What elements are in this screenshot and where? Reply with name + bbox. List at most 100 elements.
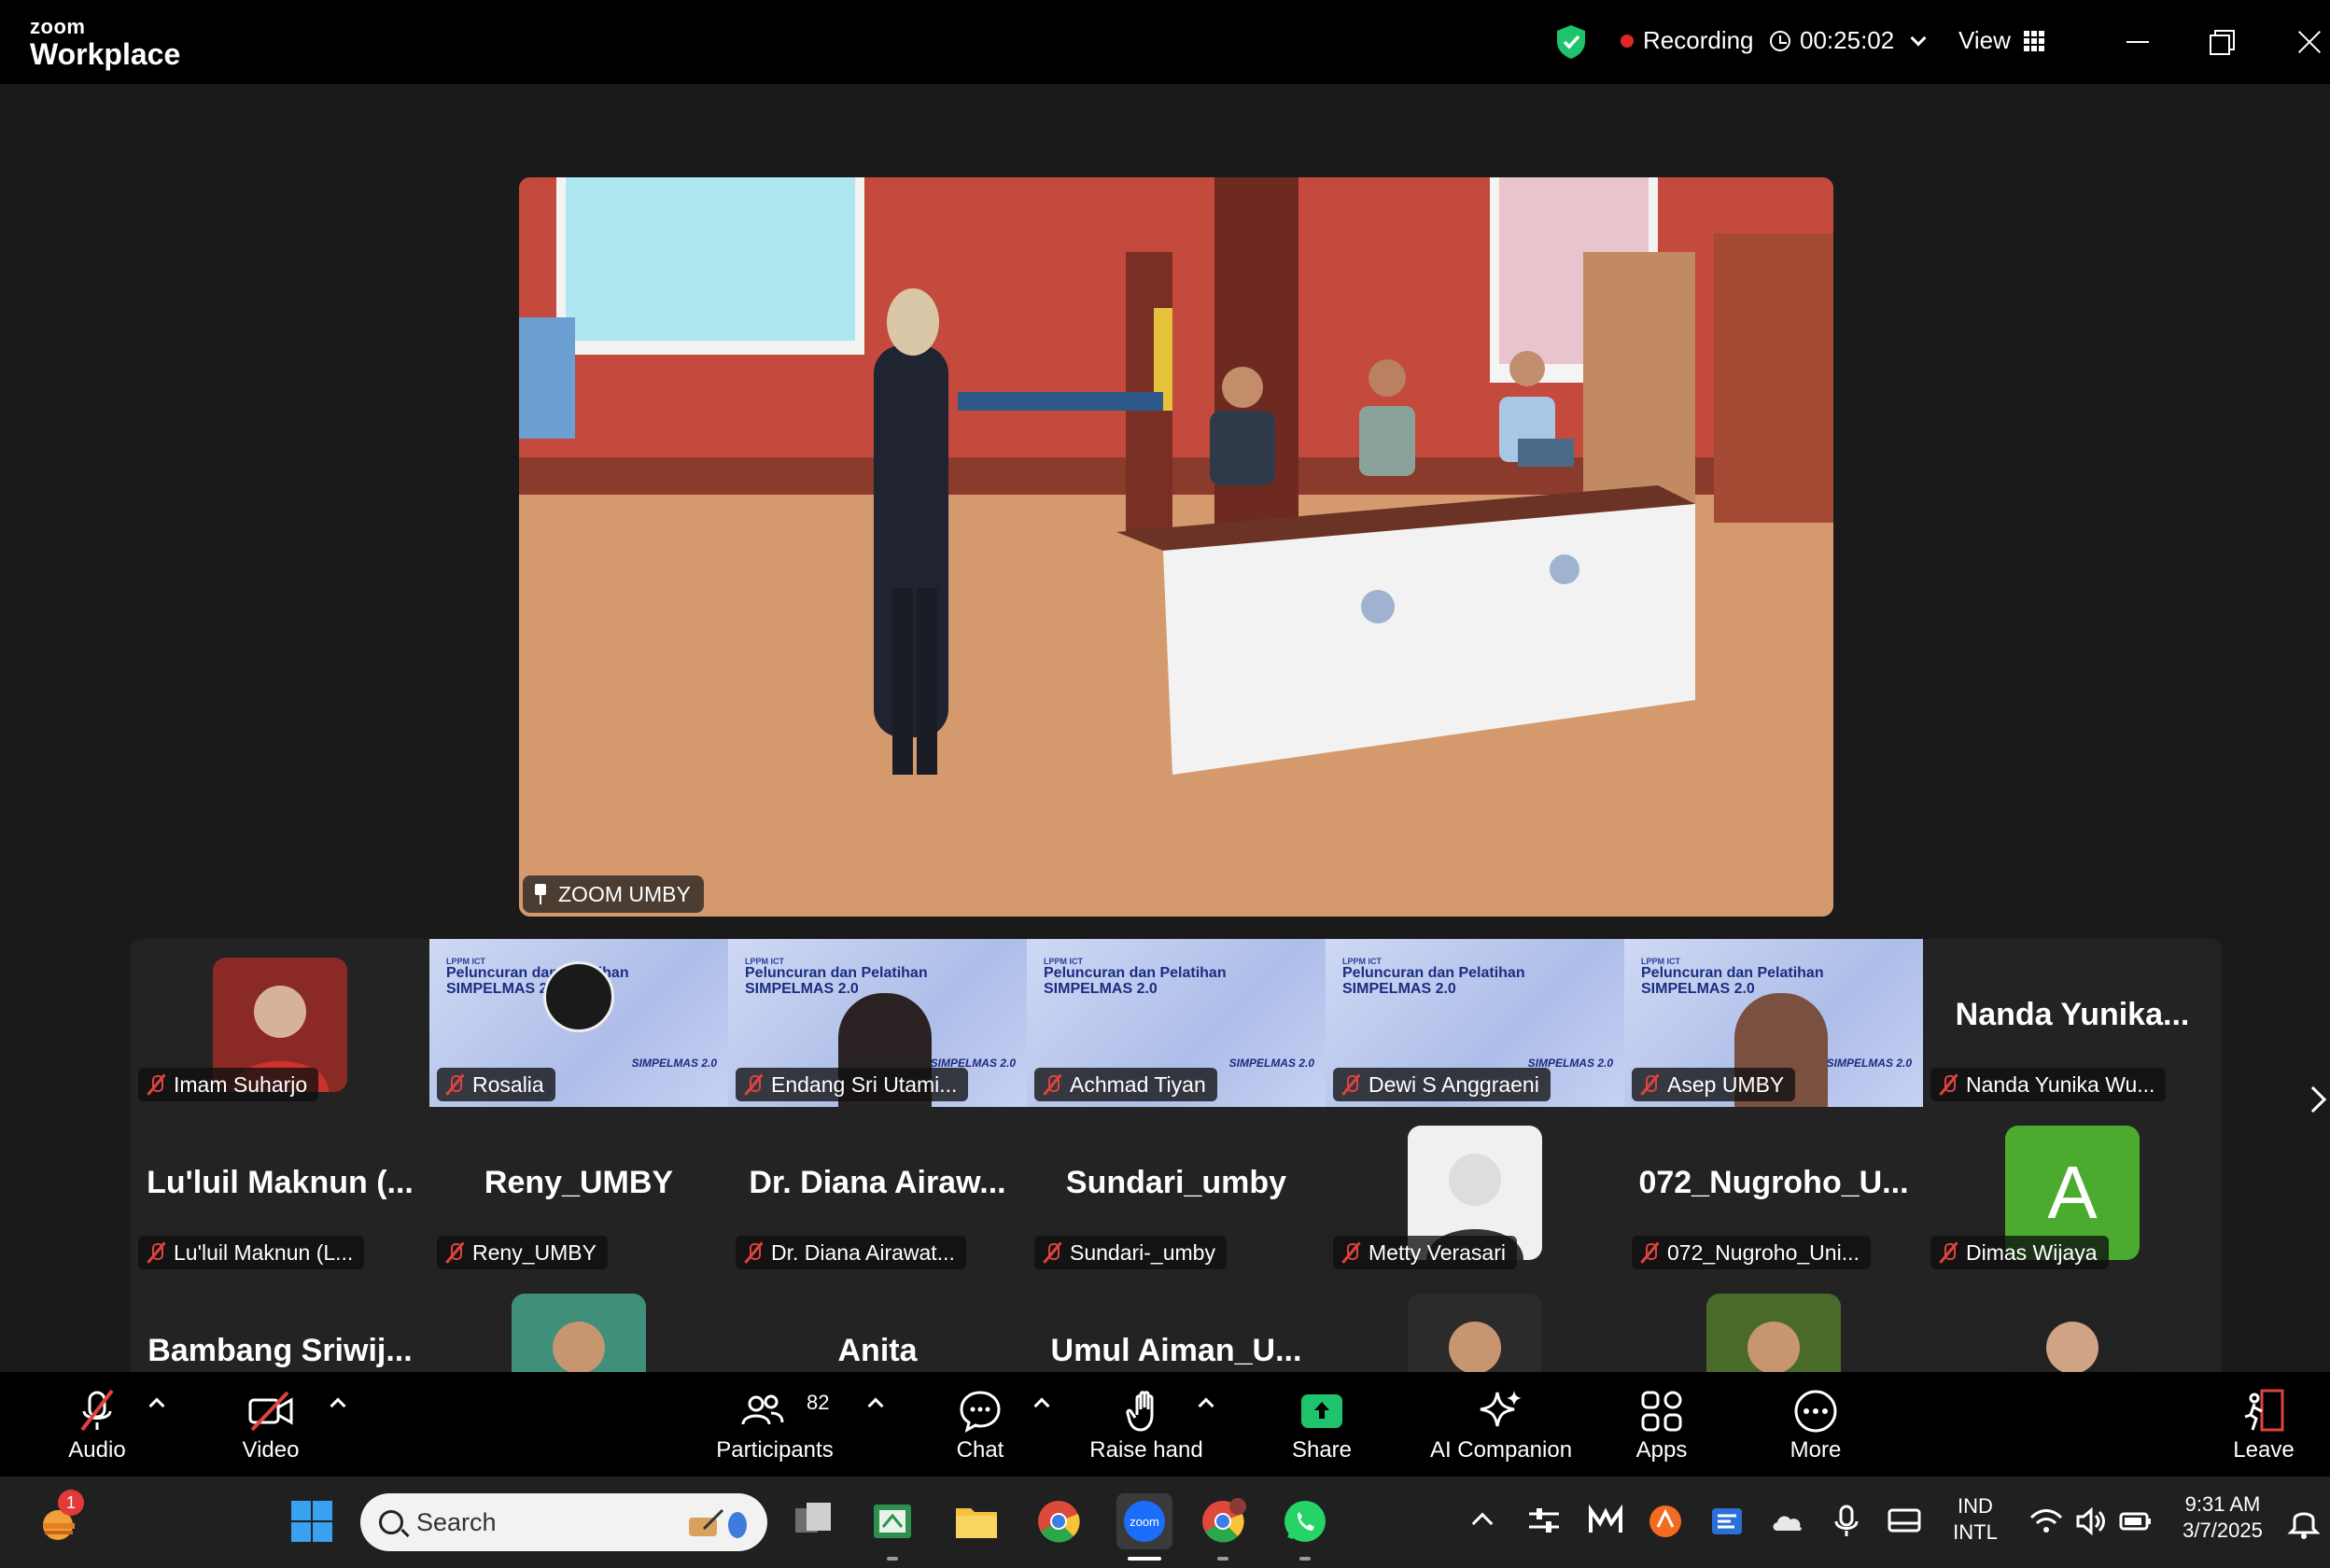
- encryption-shield-icon[interactable]: [1555, 24, 1587, 60]
- spreadsheet-app-icon[interactable]: [868, 1497, 917, 1546]
- audio-button[interactable]: Audio: [49, 1372, 146, 1477]
- participants-label: Participants: [716, 1437, 834, 1463]
- participant-display-name: Sundari_umby: [1065, 1165, 1287, 1200]
- volume-icon[interactable]: [2072, 1503, 2110, 1540]
- tray-microphone-icon[interactable]: [1828, 1503, 1865, 1540]
- tray-overflow-chevron-icon[interactable]: [1471, 1512, 1494, 1534]
- participant-tile[interactable]: Metty Verasari: [1326, 1107, 1624, 1275]
- file-explorer-icon[interactable]: [952, 1497, 1001, 1546]
- leave-door-icon: [2239, 1387, 2288, 1435]
- share-label: Share: [1291, 1437, 1353, 1463]
- pin-icon[interactable]: [532, 884, 549, 904]
- participant-tile[interactable]: Lu'luil Maknun (... Lu'luil Maknun (L...: [131, 1107, 429, 1275]
- muted-microphone-icon: [1639, 1241, 1660, 1264]
- tray-orange-app-icon[interactable]: [1647, 1503, 1684, 1540]
- share-screen-icon: [1298, 1387, 1346, 1435]
- participant-name: Lu'luil Maknun (L...: [174, 1239, 354, 1265]
- participant-tile[interactable]: LPPM ICT Peluncuran dan Pelatihan SIMPELMA…: [429, 939, 728, 1107]
- chat-button[interactable]: Chat: [943, 1372, 1018, 1477]
- zoom-taskbar-icon[interactable]: zoom: [1116, 1493, 1172, 1549]
- participant-tile[interactable]: 072_Nugroho_U... 072_Nugroho_Uni...: [1624, 1107, 1923, 1275]
- microphone-muted-icon: [73, 1387, 121, 1435]
- participant-tile[interactable]: Sundari_umby Sundari-_umby: [1027, 1107, 1326, 1275]
- participant-name: Dr. Diana Airawat...: [771, 1239, 955, 1265]
- muted-microphone-icon: [444, 1241, 465, 1264]
- participant-name: Metty Verasari: [1369, 1239, 1506, 1265]
- participant-nameplate: Metty Verasari: [1333, 1236, 1517, 1269]
- input-language-indicator[interactable]: IND INTL: [1947, 1493, 2003, 1545]
- participant-name: 072_Nugroho_Uni...: [1667, 1239, 1860, 1265]
- windows-start-icon[interactable]: [288, 1497, 336, 1546]
- active-speaker-video[interactable]: [519, 177, 1833, 917]
- audio-options-caret-icon[interactable]: [148, 1397, 165, 1414]
- video-off-icon: [246, 1387, 295, 1435]
- notifications-bell-icon[interactable]: [2287, 1503, 2321, 1540]
- raise-hand-label: Raise hand: [1089, 1437, 1203, 1463]
- participant-display-name: Umul Aiman_U...: [1050, 1333, 1302, 1368]
- participant-tile[interactable]: LPPM ICT Peluncuran dan Pelatihan SIMPELMA…: [1624, 939, 1923, 1107]
- apps-label: Apps: [1635, 1437, 1688, 1463]
- whatsapp-icon[interactable]: [1281, 1497, 1329, 1546]
- participant-tile[interactable]: Reny_UMBY Reny_UMBY: [429, 1107, 728, 1275]
- tray-display-icon[interactable]: [1886, 1503, 1923, 1540]
- taskbar-search-input[interactable]: Search: [360, 1493, 767, 1551]
- wifi-icon[interactable]: [2028, 1503, 2065, 1540]
- share-button[interactable]: Share: [1284, 1372, 1359, 1477]
- more-button[interactable]: More: [1774, 1372, 1858, 1477]
- restore-button[interactable]: [2199, 19, 2246, 65]
- spreadsheet-running-indicator: [887, 1557, 898, 1561]
- battery-icon[interactable]: [2117, 1503, 2155, 1540]
- close-button[interactable]: [2287, 19, 2330, 65]
- participant-name: Achmad Tiyan: [1070, 1071, 1206, 1097]
- notification-badge: 1: [58, 1490, 84, 1516]
- grid-icon: [2023, 30, 2044, 51]
- participant-name: Dewi S Anggraeni: [1369, 1071, 1539, 1097]
- tray-blue-app-icon[interactable]: [1708, 1503, 1746, 1540]
- apps-button[interactable]: Apps: [1624, 1372, 1699, 1477]
- view-button[interactable]: View: [1958, 26, 2044, 55]
- muted-microphone-icon: [1042, 1073, 1062, 1096]
- slide-line1: Peluncuran dan Pelatihan: [1342, 965, 1525, 982]
- video-button[interactable]: Video: [220, 1372, 321, 1477]
- participant-nameplate: Nanda Yunika Wu...: [1930, 1068, 2167, 1101]
- audio-label: Audio: [68, 1437, 126, 1463]
- meeting-timer[interactable]: 00:25:02: [1770, 26, 1927, 55]
- video-options-caret-icon[interactable]: [330, 1397, 346, 1414]
- participant-nameplate: Endang Sri Utami...: [736, 1068, 969, 1101]
- system-clock[interactable]: 9:31 AM 3/7/2025: [2171, 1491, 2274, 1543]
- muted-microphone-icon: [743, 1241, 764, 1264]
- participant-tile[interactable]: Imam Suharjo: [131, 939, 429, 1107]
- logo-line1: zoom: [30, 15, 86, 38]
- leave-label: Leave: [2233, 1437, 2295, 1463]
- participant-tile[interactable]: Nanda Yunika... Nanda Yunika Wu...: [1923, 939, 2222, 1107]
- participant-display-name: Bambang Sriwij...: [147, 1333, 413, 1368]
- task-view-icon[interactable]: [790, 1497, 838, 1546]
- leave-button[interactable]: Leave: [2222, 1372, 2306, 1477]
- tray-mail-icon[interactable]: [1587, 1503, 1624, 1540]
- title-bar: zoom Workplace Recording 00:25:02 View: [0, 0, 2330, 84]
- participant-tile[interactable]: LPPM ICT Peluncuran dan Pelatihan SIMPELMA…: [1326, 939, 1624, 1107]
- participants-options-caret-icon[interactable]: [867, 1397, 884, 1414]
- raise-hand-button[interactable]: Raise hand: [1083, 1372, 1210, 1477]
- participant-tile[interactable]: LPPM ICT Peluncuran dan Pelatihan SIMPELMA…: [728, 939, 1027, 1107]
- recording-indicator[interactable]: Recording: [1621, 26, 1754, 55]
- chrome-icon[interactable]: [1034, 1497, 1083, 1546]
- participant-tile[interactable]: LPPM ICT Peluncuran dan Pelatihan SIMPELMA…: [1027, 939, 1326, 1107]
- slide-logo: SIMPELMAS 2.0: [1228, 1057, 1314, 1070]
- onedrive-cloud-icon[interactable]: [1768, 1503, 1805, 1540]
- chat-options-caret-icon[interactable]: [1033, 1397, 1050, 1414]
- virtual-background-title: LPPM ICT Peluncuran dan Pelatihan SIMPELMA…: [1641, 957, 1824, 998]
- tray-settings-icon[interactable]: [1525, 1503, 1563, 1540]
- participant-nameplate: Rosalia: [437, 1068, 555, 1101]
- participant-nameplate: Imam Suharjo: [138, 1068, 319, 1101]
- ai-sparkle-icon: [1477, 1387, 1525, 1435]
- clock-date: 3/7/2025: [2183, 1518, 2263, 1542]
- minimize-button[interactable]: [2115, 19, 2162, 65]
- chrome-profile-icon[interactable]: [1199, 1497, 1247, 1546]
- participants-button[interactable]: 82 Participants: [709, 1372, 840, 1477]
- participant-tile[interactable]: Dr. Diana Airaw... Dr. Diana Airawat...: [728, 1107, 1027, 1275]
- muted-microphone-icon: [1340, 1073, 1361, 1096]
- participant-tile[interactable]: A Dimas Wijaya: [1923, 1107, 2222, 1275]
- speaker-scene: [519, 177, 1833, 917]
- ai-companion-button[interactable]: AI Companion: [1419, 1372, 1583, 1477]
